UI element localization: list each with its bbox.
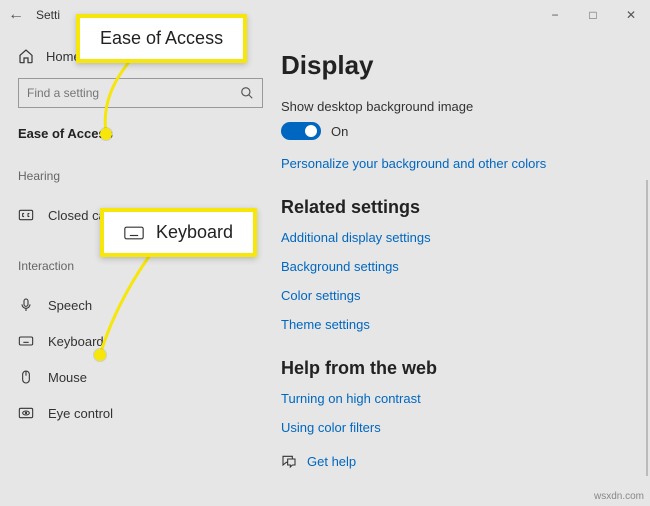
link-background-settings[interactable]: Background settings xyxy=(281,259,630,274)
link-color-filters[interactable]: Using color filters xyxy=(281,420,630,435)
close-button[interactable]: ✕ xyxy=(612,0,650,30)
main-panel: Display Show desktop background image On… xyxy=(275,30,650,506)
section-hearing: Hearing xyxy=(18,169,265,183)
microphone-icon xyxy=(18,297,34,313)
sidebar-item-speech[interactable]: Speech xyxy=(18,287,265,323)
link-theme-settings[interactable]: Theme settings xyxy=(281,317,630,332)
category-title: Ease of Access xyxy=(18,126,265,141)
help-heading: Help from the web xyxy=(281,358,630,379)
link-personalize[interactable]: Personalize your background and other co… xyxy=(281,156,630,171)
sidebar: Home Ease of Access Hearing Closed cap I… xyxy=(0,30,275,506)
get-help-label: Get help xyxy=(307,454,356,469)
sidebar-item-mouse[interactable]: Mouse xyxy=(18,359,265,395)
toggle-state-label: On xyxy=(331,124,348,139)
closed-captions-icon xyxy=(18,207,34,223)
mouse-icon xyxy=(18,369,34,385)
search-input[interactable] xyxy=(27,86,240,100)
nav-label: Speech xyxy=(48,298,92,313)
callout-ease-of-access: Ease of Access xyxy=(76,14,247,63)
search-icon xyxy=(240,86,254,100)
callout-keyboard: Keyboard xyxy=(100,208,257,257)
section-interaction: Interaction xyxy=(18,259,265,273)
highlight-dot xyxy=(100,128,112,140)
nav-label: Keyboard xyxy=(48,334,104,349)
link-color-settings[interactable]: Color settings xyxy=(281,288,630,303)
keyboard-icon xyxy=(18,333,34,349)
app-title: Setti xyxy=(36,8,60,22)
window-controls: − □ ✕ xyxy=(536,0,650,30)
watermark: wsxdn.com xyxy=(594,491,644,502)
nav-label: Eye control xyxy=(48,406,113,421)
get-help-row[interactable]: Get help xyxy=(281,453,630,469)
sidebar-item-keyboard[interactable]: Keyboard xyxy=(18,323,265,359)
page-title: Display xyxy=(281,50,630,81)
minimize-button[interactable]: − xyxy=(536,0,574,30)
nav-label: Mouse xyxy=(48,370,87,385)
bg-image-toggle[interactable] xyxy=(281,122,321,140)
scrollbar[interactable] xyxy=(646,180,648,476)
keyboard-icon xyxy=(124,226,144,240)
link-additional-display[interactable]: Additional display settings xyxy=(281,230,630,245)
eye-icon xyxy=(18,405,34,421)
search-box[interactable] xyxy=(18,78,263,108)
highlight-dot xyxy=(94,349,106,361)
chat-icon xyxy=(281,453,297,469)
sidebar-item-eye-control[interactable]: Eye control xyxy=(18,395,265,431)
bg-image-label: Show desktop background image xyxy=(281,99,630,114)
home-icon xyxy=(18,48,34,64)
maximize-button[interactable]: □ xyxy=(574,0,612,30)
back-button[interactable]: ← xyxy=(8,6,24,24)
related-heading: Related settings xyxy=(281,197,630,218)
link-high-contrast[interactable]: Turning on high contrast xyxy=(281,391,630,406)
